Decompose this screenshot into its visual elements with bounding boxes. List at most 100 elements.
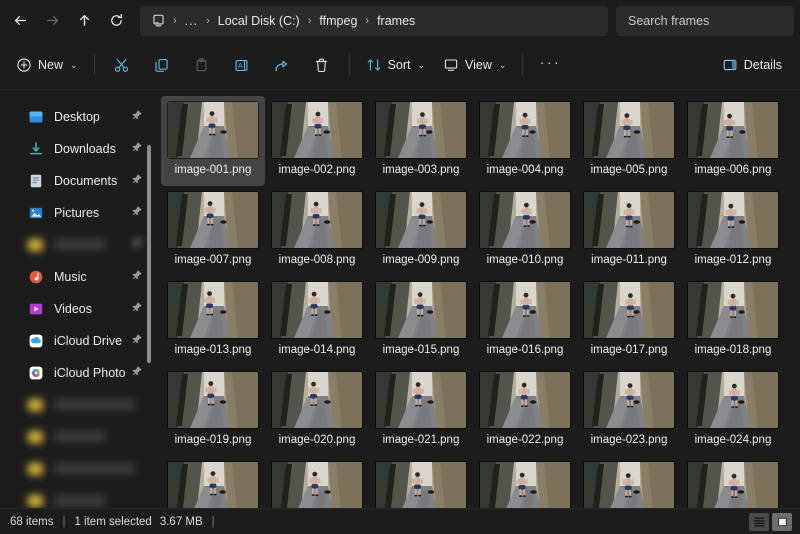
file-tile[interactable]: image-011.png <box>577 186 681 276</box>
file-tile[interactable]: image-009.png <box>369 186 473 276</box>
pin-icon[interactable] <box>131 204 143 222</box>
file-thumbnail <box>480 102 570 158</box>
file-tile[interactable]: image-022.png <box>473 366 577 456</box>
address-bar: › ... › Local Disk (C:) › ffmpeg › frame… <box>0 0 800 41</box>
file-tile[interactable]: image-028.png <box>473 456 577 508</box>
pin-icon[interactable] <box>131 140 143 158</box>
file-tile[interactable]: image-024.png <box>681 366 785 456</box>
navigation-pane: Desktop Downloads Documents Pictures Music Vi… <box>0 90 155 508</box>
file-tile[interactable]: image-001.png <box>161 96 265 186</box>
file-tile[interactable]: image-003.png <box>369 96 473 186</box>
sidebar-item-desktop[interactable]: Desktop <box>6 102 149 131</box>
file-tile[interactable]: image-014.png <box>265 276 369 366</box>
breadcrumb-item-2[interactable]: frames <box>371 12 421 30</box>
rename-button[interactable]: A <box>223 49 261 81</box>
sidebar-item-label: Documents <box>54 173 118 188</box>
file-list-view[interactable]: image-001.png image-002.png image-003.png i… <box>155 90 800 508</box>
breadcrumb-item-0[interactable]: Local Disk (C:) <box>212 12 306 30</box>
file-name-label: image-009.png <box>382 254 460 266</box>
view-toggle-group <box>749 512 792 531</box>
sidebar-item-downloads[interactable]: Downloads <box>6 134 149 163</box>
sidebar-item-music[interactable]: Music <box>6 262 149 291</box>
file-tile[interactable]: image-025.png <box>161 456 265 508</box>
forward-button[interactable] <box>36 6 68 36</box>
sidebar-item-label: Videos <box>54 301 92 316</box>
sort-button[interactable]: Sort ⌄ <box>358 49 433 81</box>
pin-icon[interactable] <box>131 268 143 286</box>
pin-icon[interactable] <box>131 364 143 382</box>
file-tile[interactable]: image-008.png <box>265 186 369 276</box>
file-thumbnail <box>168 462 258 508</box>
file-tile[interactable]: image-030.png <box>681 456 785 508</box>
file-thumbnail <box>480 372 570 428</box>
details-pane-button[interactable]: Details <box>714 49 790 81</box>
up-button[interactable] <box>68 6 100 36</box>
sidebar-item-videos[interactable]: Videos <box>6 294 149 323</box>
sidebar-scrollbar[interactable] <box>147 145 151 363</box>
file-tile[interactable]: image-017.png <box>577 276 681 366</box>
file-tile[interactable]: image-010.png <box>473 186 577 276</box>
pin-icon[interactable] <box>131 332 143 350</box>
sidebar-item-redacted[interactable] <box>6 422 149 451</box>
list-view-button[interactable] <box>749 512 769 531</box>
sidebar-item-documents[interactable]: Documents <box>6 166 149 195</box>
view-button[interactable]: View ⌄ <box>435 49 514 81</box>
search-input[interactable]: Search frames <box>616 5 794 36</box>
selection-size-label: 3.67 MB <box>159 515 203 528</box>
file-tile[interactable]: image-002.png <box>265 96 369 186</box>
pin-icon[interactable] <box>131 300 143 318</box>
file-tile[interactable]: image-021.png <box>369 366 473 456</box>
sidebar-item-redacted[interactable] <box>6 390 149 419</box>
file-thumbnail <box>272 282 362 338</box>
pin-icon[interactable] <box>131 108 143 126</box>
sidebar-item-icloud-drive[interactable]: iCloud Drive <box>6 326 149 355</box>
sidebar-item-pictures[interactable]: Pictures <box>6 198 149 227</box>
paste-button[interactable] <box>183 49 221 81</box>
refresh-button[interactable] <box>100 6 132 36</box>
music-icon <box>28 269 45 285</box>
file-name-label: image-008.png <box>278 254 356 266</box>
file-thumbnail <box>688 372 778 428</box>
file-tile[interactable]: image-023.png <box>577 366 681 456</box>
file-tile[interactable]: image-007.png <box>161 186 265 276</box>
tiles-view-button[interactable] <box>772 512 792 531</box>
this-pc-icon[interactable] <box>148 13 171 28</box>
status-separator: | <box>62 515 66 528</box>
breadcrumb[interactable]: › ... › Local Disk (C:) › ffmpeg › frame… <box>140 5 608 36</box>
file-name-label: image-010.png <box>486 254 564 266</box>
file-tile[interactable]: image-005.png <box>577 96 681 186</box>
file-thumbnail <box>584 462 674 508</box>
file-tile[interactable]: image-006.png <box>681 96 785 186</box>
file-tile[interactable]: image-019.png <box>161 366 265 456</box>
breadcrumb-item-1[interactable]: ffmpeg <box>313 12 363 30</box>
file-thumbnail <box>480 192 570 248</box>
pin-icon[interactable] <box>131 172 143 190</box>
file-tile[interactable]: image-013.png <box>161 276 265 366</box>
file-tile[interactable]: image-015.png <box>369 276 473 366</box>
sidebar-item-redacted[interactable] <box>6 454 149 483</box>
delete-button[interactable] <box>303 49 341 81</box>
sidebar-item-redacted[interactable] <box>6 486 149 508</box>
file-tile[interactable]: image-027.png <box>369 456 473 508</box>
file-tile[interactable]: image-012.png <box>681 186 785 276</box>
more-options-button[interactable]: ··· <box>531 49 569 81</box>
file-tile[interactable]: image-004.png <box>473 96 577 186</box>
share-button[interactable] <box>263 49 301 81</box>
chevron-down-icon: ⌄ <box>498 59 507 70</box>
file-tile[interactable]: image-026.png <box>265 456 369 508</box>
file-tile[interactable]: image-016.png <box>473 276 577 366</box>
file-thumbnail <box>272 462 362 508</box>
file-tile[interactable]: image-020.png <box>265 366 369 456</box>
sidebar-item-redacted[interactable] <box>6 230 149 259</box>
file-tile[interactable]: image-029.png <box>577 456 681 508</box>
file-tile[interactable]: image-018.png <box>681 276 785 366</box>
pin-icon[interactable] <box>131 236 143 254</box>
back-button[interactable] <box>4 6 36 36</box>
copy-button[interactable] <box>143 49 181 81</box>
file-name-label: image-023.png <box>590 434 668 446</box>
new-button[interactable]: New ⌄ <box>8 49 86 81</box>
sidebar-item-icloud-photo[interactable]: iCloud Photo <box>6 358 149 387</box>
cut-button[interactable] <box>103 49 141 81</box>
breadcrumb-overflow[interactable]: ... <box>179 12 204 30</box>
file-thumbnail <box>168 192 258 248</box>
